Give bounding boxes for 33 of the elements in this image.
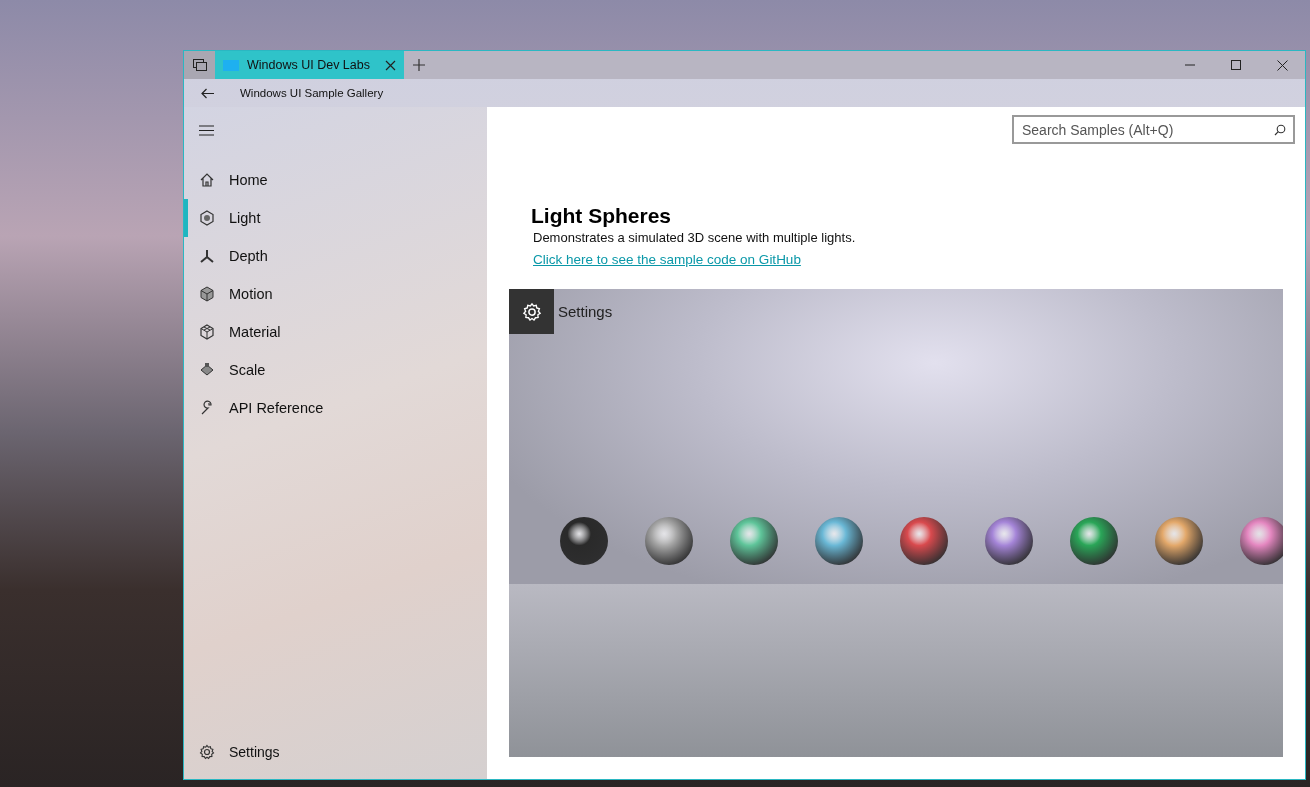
page-description: Demonstrates a simulated 3D scene with multiple lights. xyxy=(533,230,857,245)
close-icon[interactable] xyxy=(385,59,396,71)
github-link[interactable]: Click here to see the sample code on GitHub xyxy=(533,252,801,267)
nav-item-icon xyxy=(199,286,215,302)
nav-item[interactable]: Scale xyxy=(184,351,487,389)
search-icon[interactable] xyxy=(1274,124,1286,136)
page-title: Light Spheres xyxy=(531,204,673,228)
menu-icon[interactable] xyxy=(199,124,214,136)
settings-button[interactable] xyxy=(509,289,554,334)
nav-item-icon xyxy=(199,324,215,340)
settings-icon xyxy=(199,744,215,760)
nav-item-icon xyxy=(199,362,215,378)
settings-label: Settings xyxy=(558,303,613,320)
settings-nav-item[interactable]: Settings xyxy=(184,733,487,771)
search-field[interactable]: Search Samples (Alt+Q) xyxy=(1012,115,1295,144)
nav-item[interactable]: Motion xyxy=(184,275,487,313)
settings-icon xyxy=(521,301,542,322)
close-icon[interactable] xyxy=(1276,59,1288,71)
nav-item-icon xyxy=(199,172,215,188)
nav-item[interactable]: API Reference xyxy=(184,389,487,427)
nav-item-icon xyxy=(199,248,215,264)
nav-item[interactable]: Material xyxy=(184,313,487,351)
nav-item[interactable]: Home xyxy=(184,161,487,199)
maximize-icon[interactable] xyxy=(1231,60,1241,70)
nav-item-icon xyxy=(199,210,215,226)
back-arrow-icon[interactable] xyxy=(200,87,214,99)
plus-icon[interactable] xyxy=(413,59,425,71)
nav-item[interactable]: Depth xyxy=(184,237,487,275)
tabs-overview-icon[interactable] xyxy=(184,51,215,79)
app-icon xyxy=(223,59,239,71)
app-title: Windows UI Sample Gallery xyxy=(240,87,384,99)
browser-tab[interactable]: Windows UI Dev Labs xyxy=(215,51,404,79)
nav-item-icon xyxy=(199,400,215,416)
